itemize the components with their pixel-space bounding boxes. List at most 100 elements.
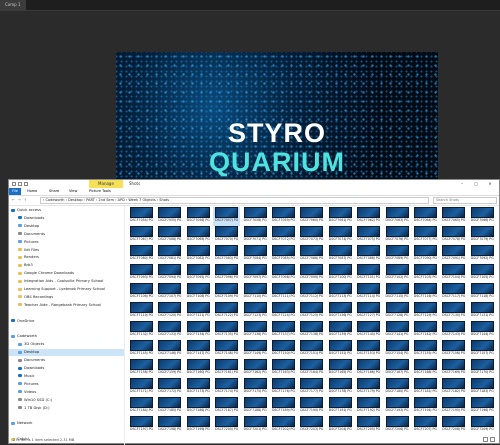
file-item[interactable]: DSCF7158J PG [128,359,155,378]
file-item[interactable]: DSCF7193J PG [384,397,411,416]
file-item[interactable]: DSCF7082J PG [185,245,212,264]
forward-button[interactable]: → [18,197,21,204]
nav-item-documents[interactable]: Documents [9,357,124,364]
file-item[interactable]: DSCF7150J PG [270,340,297,359]
file-item[interactable]: DSCF7201J PG [242,416,269,433]
file-item[interactable]: DSCF7178J PG [327,378,354,397]
file-item[interactable]: DSCF7077J PG [412,226,439,245]
file-item[interactable]: DSCF7200J PG [213,416,240,433]
minimize-button[interactable]: – [455,180,469,188]
tab-home[interactable]: Home [27,188,37,195]
file-item[interactable]: DSCF7182J PG [440,378,467,397]
file-item[interactable]: DSCF7196J PG [469,397,496,416]
file-item[interactable]: DSCF7068J PG [156,226,183,245]
file-item[interactable]: DSCF7188J PG [242,397,269,416]
file-item[interactable]: DSCF7176J PG [270,378,297,397]
file-item[interactable]: DSCF7163J PG [270,359,297,378]
details-view-icon[interactable] [483,437,488,442]
file-item[interactable]: DSCF7191J PG [327,397,354,416]
file-item[interactable]: DSCF7155J PG [412,340,439,359]
file-item[interactable]: DSCF7132J PG [128,321,155,340]
file-item[interactable]: DSCF7099J PG [298,264,325,283]
nav-item-renders[interactable]: Renders✧ [9,254,124,261]
file-item[interactable]: DSCF7118J PG [469,283,496,302]
file-item[interactable]: DSCF7115J PG [384,283,411,302]
file-item[interactable]: DSCF7098J PG [270,264,297,283]
nav-item-1-tb-disk-d-[interactable]: 1 TB Disk (D:) [9,405,124,412]
file-item[interactable]: DSCF7162J PG [242,359,269,378]
file-item[interactable]: DSCF7114J PG [355,283,382,302]
file-item[interactable]: DSCF7070J PG [213,226,240,245]
file-item[interactable]: DSCF7205J PG [355,416,382,433]
file-item[interactable]: DSCF7079J PG [469,226,496,245]
file-item[interactable]: DSCF7128J PG [384,302,411,321]
nav-item-integration-aids-coolsville-primary-school[interactable]: Integration Aids - Coolsville Primary Sc… [9,278,124,285]
file-item[interactable]: DSCF7080J PG [128,245,155,264]
file-item[interactable]: DSCF7175J PG [242,378,269,397]
file-item[interactable]: DSCF7123J PG [242,302,269,321]
file-item[interactable]: DSCF7138J PG [298,321,325,340]
file-item[interactable]: DSCF7185J PG [156,397,183,416]
file-item[interactable]: DSCF7165J PG [327,359,354,378]
file-item[interactable]: DSCF7184J PG [128,397,155,416]
nav-item-win10-ssd-c-[interactable]: Win10 SSD (C:) [9,397,124,404]
file-item[interactable]: DSCF7072J PG [270,226,297,245]
file-item[interactable]: DSCF7120J PG [156,302,183,321]
file-item[interactable]: DSCF7141J PG [384,321,411,340]
file-item[interactable]: DSCF7197J PG [128,416,155,433]
file-item[interactable]: DSCF7067J PG [128,226,155,245]
file-item[interactable]: DSCF7117J PG [440,283,467,302]
file-item[interactable]: DSCF7095J PG [185,264,212,283]
file-item[interactable]: DSCF7097J PG [242,264,269,283]
file-item[interactable]: DSCF7139J PG [327,321,354,340]
nav-item-3d-objects[interactable]: 3D Objects [9,341,124,348]
file-item[interactable]: DSCF7171J PG [128,378,155,397]
file-item[interactable]: DSCF7149J PG [242,340,269,359]
nav-item-quick-access[interactable]: Quick access [9,207,124,214]
file-item[interactable]: DSCF7156J PG [440,340,467,359]
file-item[interactable]: DSCF7183J PG [469,378,496,397]
file-item[interactable]: DSCF7140J PG [355,321,382,340]
file-item[interactable]: DSCF7069J PG [185,226,212,245]
file-item[interactable]: DSCF7133J PG [156,321,183,340]
file-item[interactable]: DSCF7078J PG [440,226,467,245]
file-item[interactable]: DSCF7130J PG [440,302,467,321]
manage-tab[interactable]: Manage [89,180,123,188]
file-item[interactable]: DSCF7127J PG [355,302,382,321]
nav-item-network[interactable]: Network [9,420,124,427]
file-item[interactable]: DSCF7146J PG [156,340,183,359]
file-item[interactable]: DSCF7086J PG [298,245,325,264]
file-item[interactable]: DSCF7071J PG [242,226,269,245]
maximize-button[interactable]: □ [469,180,483,188]
file-item[interactable]: DSCF7135J PG [213,321,240,340]
file-item[interactable]: DSCF7189J PG [270,397,297,416]
nav-item-obs-recordings[interactable]: OBS Recordings [9,294,124,301]
file-item[interactable]: DSCF7089J PG [384,245,411,264]
file-item[interactable]: DSCF7058J PG [242,207,269,226]
nav-item-onedrive[interactable]: OneDrive [9,318,124,325]
file-item[interactable]: DSCF7087J PG [327,245,354,264]
file-item[interactable]: DSCF7169J PG [440,359,467,378]
file-item[interactable]: DSCF7152J PG [327,340,354,359]
nav-item-codeworth[interactable]: Codeworth [9,333,124,340]
file-item[interactable]: DSCF7119J PG [128,302,155,321]
file-item[interactable]: DSCF7056J PG [185,207,212,226]
file-item[interactable]: DSCF7166J PG [355,359,382,378]
file-item[interactable]: DSCF7107J PG [156,283,183,302]
nav-item-teacher-aide-rangebank-primary-school[interactable]: Teacher Aide - Rangebank Primary School [9,302,124,309]
nav-item-brb3[interactable]: Brb3 [9,262,124,269]
file-item[interactable]: DSCF7168J PG [412,359,439,378]
file-item[interactable]: DSCF7174J PG [213,378,240,397]
file-item[interactable]: DSCF7083J PG [213,245,240,264]
file-item[interactable]: DSCF7081J PG [156,245,183,264]
file-item[interactable]: DSCF7094J PG [156,264,183,283]
nav-item-documents[interactable]: Documents✧ [9,231,124,238]
file-item[interactable]: DSCF7104J PG [440,264,467,283]
file-item[interactable]: DSCF7144J PG [469,321,496,340]
file-item[interactable]: DSCF7131J PG [469,302,496,321]
file-item[interactable]: DSCF7134J PG [185,321,212,340]
file-item[interactable]: DSCF7136J PG [242,321,269,340]
file-item[interactable]: DSCF7198J PG [156,416,183,433]
background-tab[interactable]: Comp 1 [0,0,26,10]
file-item[interactable]: DSCF7161J PG [213,359,240,378]
